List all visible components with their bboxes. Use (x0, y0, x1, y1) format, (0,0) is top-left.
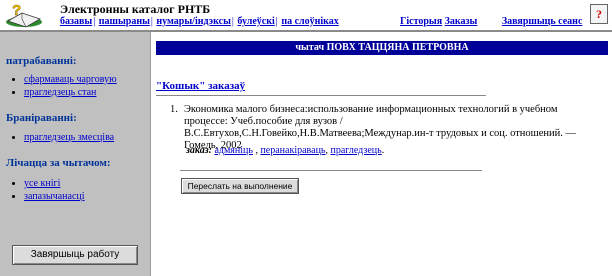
nav-number-index-search[interactable]: нумары/індэксы (156, 16, 230, 27)
create-request-link[interactable]: сфармаваць чарговую (24, 74, 117, 85)
view-request-status-link[interactable]: прагледзець стан (24, 87, 96, 98)
header: ? Электронны каталог РНТБ базавы| пашыра… (0, 0, 612, 30)
nav-dictionary-search[interactable]: па слоўніках (281, 16, 338, 27)
cancel-order-link[interactable]: адмяніць (214, 145, 253, 156)
orders-link[interactable]: Заказы (445, 16, 478, 27)
list-item: запазычанасці (24, 191, 85, 202)
list-item: усе кнігі (24, 178, 85, 189)
catalog-logo-icon: ? (6, 2, 42, 28)
reader-name-bar: чытач ПОВХ ТАЦЦЯНА ПЕТРОВНА (156, 41, 608, 55)
list-item: прагледзець змесціва (24, 132, 114, 143)
nav-boolean-search[interactable]: булеўскі (237, 16, 274, 27)
booking-list: прагледзець змесціва (6, 132, 114, 145)
list-divider (180, 170, 482, 171)
order-actions: заказ: адмяніць , перанакіраваць, прагле… (186, 145, 385, 156)
view-bookings-link[interactable]: прагледзець змесціва (24, 132, 114, 143)
session-nav: Гісторыя Заказы Завяршыць сеанс (400, 16, 582, 27)
list-item: сфармаваць чарговую (24, 74, 117, 85)
nav-basic-search[interactable]: базавы (60, 16, 92, 27)
order-cart-title[interactable]: "Кошык" заказаў (156, 80, 245, 92)
debts-link[interactable]: запазычанасці (24, 191, 85, 202)
cart-divider (156, 95, 486, 96)
search-mode-nav: базавы| пашыраны| нумары/індэксы| булеўс… (60, 16, 339, 27)
sidebar: патрабаванні: сфармаваць чарговую прагле… (0, 32, 151, 276)
forward-for-execution-button[interactable]: Переслать на выполнение (181, 178, 299, 194)
redirect-order-link[interactable]: перанакіраваць (260, 145, 325, 156)
order-actions-label: заказ: (186, 145, 212, 156)
reader-items-list: усе кнігі запазычанасці (6, 178, 85, 204)
order-number: 1. (170, 104, 178, 115)
nav-extended-search[interactable]: пашыраны (99, 16, 150, 27)
history-link[interactable]: Гісторыя (400, 16, 442, 27)
booking-heading: Браніраванні: (6, 112, 77, 124)
requests-heading: патрабаванні: (6, 55, 77, 67)
finish-work-button[interactable]: Завяршыць работу (12, 245, 138, 265)
app-title: Электронны каталог РНТБ (60, 2, 211, 16)
reader-items-heading: Лічацца за чытачом: (6, 157, 111, 169)
view-order-link[interactable]: прагледзець (331, 145, 382, 156)
logout-link[interactable]: Завяршыць сеанс (502, 16, 583, 27)
help-icon[interactable]: ? (590, 4, 608, 24)
svg-text:?: ? (12, 2, 21, 19)
requests-list: сфармаваць чарговую прагледзець стан (6, 74, 117, 100)
all-books-link[interactable]: усе кнігі (24, 178, 60, 189)
list-item: прагледзець стан (24, 87, 117, 98)
